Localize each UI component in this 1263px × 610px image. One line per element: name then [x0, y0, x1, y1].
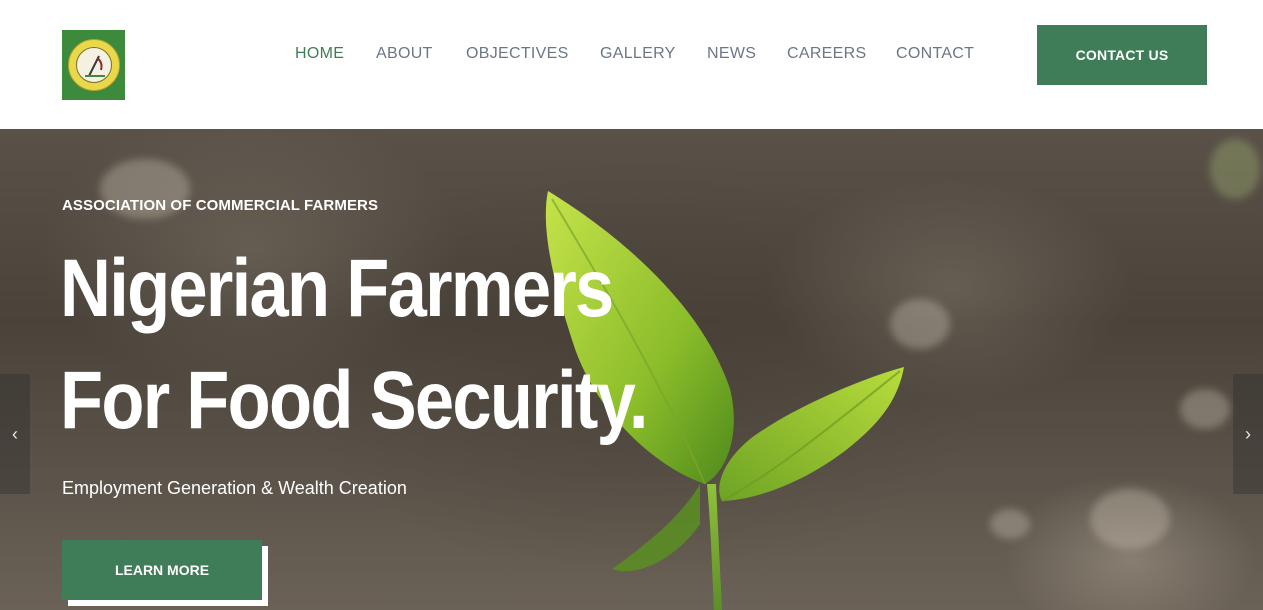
chevron-right-icon: ›: [1245, 423, 1251, 444]
site-header: HOME ABOUT OBJECTIVES GALLERY NEWS CAREE…: [0, 0, 1263, 129]
acof-logo[interactable]: [62, 30, 125, 100]
chevron-left-icon: ‹: [12, 423, 18, 444]
nav-about[interactable]: ABOUT: [376, 45, 433, 63]
hero-title-line: For Food Security.: [60, 355, 649, 446]
hero-title: Nigerian Farmers For Food Security.: [60, 233, 649, 457]
nav-objectives[interactable]: OBJECTIVES: [466, 45, 569, 63]
hero-slider: ASSOCIATION OF COMMERCIAL FARMERS Nigeri…: [0, 129, 1263, 610]
hero-title-line: Nigerian Farmers: [60, 243, 614, 334]
slider-prev-button[interactable]: ‹: [0, 374, 30, 494]
nav-news[interactable]: NEWS: [707, 45, 756, 63]
contact-us-button[interactable]: CONTACT US: [1037, 25, 1207, 85]
nav-gallery[interactable]: GALLERY: [600, 45, 676, 63]
nav-careers[interactable]: CAREERS: [787, 45, 866, 63]
nav-contact[interactable]: CONTACT: [896, 45, 974, 63]
learn-more-button[interactable]: LEARN MORE: [62, 540, 262, 600]
hero-kicker: ASSOCIATION OF COMMERCIAL FARMERS: [62, 197, 379, 214]
nav-home[interactable]: HOME: [295, 45, 344, 63]
hero-subtitle: Employment Generation & Wealth Creation: [62, 478, 407, 498]
slider-next-button[interactable]: ›: [1233, 374, 1263, 494]
logo-emblem: [67, 39, 120, 91]
logo-badge-icon: [75, 47, 112, 83]
